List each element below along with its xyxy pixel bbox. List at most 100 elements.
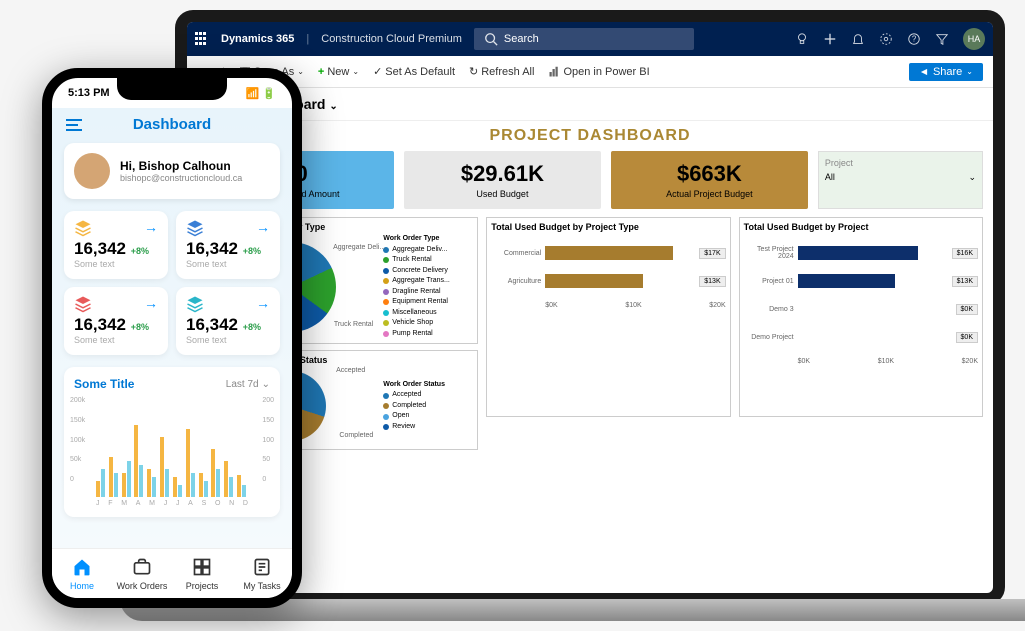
arrow-right-icon: → bbox=[144, 295, 158, 311]
command-bar: ← | Save As⌄ +New⌄ ✓Set As Default ↻Refr… bbox=[187, 56, 993, 88]
share-button[interactable]: Share⌄ bbox=[909, 63, 983, 81]
legend-dot bbox=[383, 289, 389, 295]
plus-icon[interactable] bbox=[823, 32, 837, 46]
bar-pair[interactable] bbox=[211, 417, 222, 497]
stat-card[interactable]: →16,342 +8%Some text bbox=[176, 287, 280, 355]
project-slicer[interactable]: Project All ⌄ bbox=[818, 151, 983, 209]
stack-icon bbox=[74, 295, 90, 311]
tab-icon bbox=[252, 557, 272, 579]
dashboard-heading: PROJECT DASHBOARD bbox=[197, 127, 983, 145]
chevron-down-icon: ⌄ bbox=[262, 379, 270, 390]
phone-notch bbox=[117, 78, 227, 100]
tab-home[interactable]: Home bbox=[52, 549, 112, 598]
search-placeholder: Search bbox=[504, 33, 539, 45]
legend-wo-status: Work Order Status AcceptedCompletedOpenR… bbox=[383, 380, 473, 433]
tab-my-tasks[interactable]: My Tasks bbox=[232, 549, 292, 598]
phone-page-title: Dashboard bbox=[84, 116, 260, 133]
legend-item[interactable]: Completed bbox=[383, 401, 473, 412]
bar-pair[interactable] bbox=[96, 417, 107, 497]
bar-row[interactable]: Demo 3$0K bbox=[744, 302, 978, 316]
bar-row[interactable]: Agriculture$13K bbox=[491, 274, 725, 288]
legend-dot bbox=[383, 424, 389, 430]
legend-item[interactable]: Concrete Delivery bbox=[383, 266, 473, 277]
legend-item[interactable]: Aggregate Trans... bbox=[383, 276, 473, 287]
bar-pair[interactable] bbox=[122, 417, 133, 497]
legend-item[interactable]: Review bbox=[383, 422, 473, 433]
kpi-actual-budget: $663KActual Project Budget bbox=[611, 151, 808, 209]
legend-item[interactable]: Aggregate Deliv... bbox=[383, 245, 473, 256]
legend-dot bbox=[383, 320, 389, 326]
legend-item[interactable]: Vehicle Shop bbox=[383, 318, 473, 329]
bar-pair[interactable] bbox=[173, 417, 184, 497]
slicer-value: All bbox=[825, 172, 835, 183]
phone-frame: 5:13 PM 📶 🔋 Dashboard Hi, Bishop Calhoun… bbox=[42, 68, 302, 608]
legend-dot bbox=[383, 403, 389, 409]
bar-pair[interactable] bbox=[134, 417, 145, 497]
slicer-label: Project bbox=[825, 158, 976, 168]
search-input[interactable]: Search bbox=[474, 28, 694, 50]
legend-dot bbox=[383, 278, 389, 284]
user-avatar-image bbox=[74, 153, 110, 189]
refresh-button[interactable]: ↻Refresh All bbox=[469, 65, 534, 78]
legend-item[interactable]: Dragline Rental bbox=[383, 287, 473, 298]
bar-pair[interactable] bbox=[237, 417, 248, 497]
legend-dot bbox=[383, 299, 389, 305]
bar-row[interactable]: Test Project 2024$16K bbox=[744, 246, 978, 260]
stack-icon bbox=[186, 295, 202, 311]
bar-pair[interactable] bbox=[147, 417, 158, 497]
bar-row[interactable]: Project 01$13K bbox=[744, 274, 978, 288]
stat-card[interactable]: →16,342 +8%Some text bbox=[64, 287, 168, 355]
filter-icon[interactable] bbox=[935, 32, 949, 46]
legend-item[interactable]: Accepted bbox=[383, 390, 473, 401]
panel-budget-by-project: Total Used Budget by Project Test Projec… bbox=[739, 217, 983, 417]
bar-row[interactable]: Demo Project$0K bbox=[744, 330, 978, 344]
set-default-button[interactable]: ✓Set As Default bbox=[373, 65, 455, 78]
arrow-right-icon: → bbox=[144, 219, 158, 235]
legend-dot bbox=[383, 414, 389, 420]
bar-pair[interactable] bbox=[160, 417, 171, 497]
search-icon bbox=[484, 32, 498, 46]
stat-card[interactable]: →16,342 +8%Some text bbox=[176, 211, 280, 279]
tab-projects[interactable]: Projects bbox=[172, 549, 232, 598]
lightbulb-icon[interactable] bbox=[795, 32, 809, 46]
legend-item[interactable]: Truck Rental bbox=[383, 255, 473, 266]
gear-icon[interactable] bbox=[879, 32, 893, 46]
bar-pair[interactable] bbox=[186, 417, 197, 497]
app-launcher-icon[interactable] bbox=[195, 32, 209, 46]
legend-item[interactable]: Miscellaneous bbox=[383, 308, 473, 319]
arrow-right-icon: → bbox=[256, 295, 270, 311]
open-powerbi-button[interactable]: Open in Power BI bbox=[548, 66, 649, 78]
user-greeting: Hi, Bishop Calhoun bbox=[120, 159, 242, 173]
user-card[interactable]: Hi, Bishop Calhoun bishopc@constructionc… bbox=[64, 143, 280, 199]
legend-wo-type: Work Order Type Aggregate Deliv...Truck … bbox=[383, 234, 473, 339]
chevron-down-icon: ⌄ bbox=[968, 172, 976, 183]
mobile-chart-card: Some Title Last 7d⌄ 200k150k100k50k0 200… bbox=[64, 367, 280, 517]
legend-item[interactable]: Open bbox=[383, 411, 473, 422]
tab-work-orders[interactable]: Work Orders bbox=[112, 549, 172, 598]
bar-pair[interactable] bbox=[224, 417, 235, 497]
help-icon[interactable]: ? bbox=[907, 32, 921, 46]
stack-icon bbox=[74, 219, 90, 235]
bar-row[interactable]: Commercial$17K bbox=[491, 246, 725, 260]
app-topbar: Dynamics 365 | Construction Cloud Premiu… bbox=[187, 22, 993, 56]
bar-pair[interactable] bbox=[109, 417, 120, 497]
status-time: 5:13 PM bbox=[68, 87, 110, 99]
stat-card[interactable]: →16,342 +8%Some text bbox=[64, 211, 168, 279]
user-avatar[interactable]: HA bbox=[963, 28, 985, 50]
legend-dot bbox=[383, 257, 389, 263]
bell-icon[interactable] bbox=[851, 32, 865, 46]
bar-pair[interactable] bbox=[199, 417, 210, 497]
mobile-bar-chart[interactable]: 200k150k100k50k0 200150100500 bbox=[74, 397, 270, 497]
new-button[interactable]: +New⌄ bbox=[318, 66, 359, 78]
svg-text:?: ? bbox=[912, 35, 917, 44]
legend-item[interactable]: Equipment Rental bbox=[383, 297, 473, 308]
legend-item[interactable]: Pump Rental bbox=[383, 329, 473, 340]
menu-icon[interactable] bbox=[64, 117, 84, 133]
chart-range-selector[interactable]: Last 7d⌄ bbox=[226, 379, 270, 390]
kpi-used-budget: $29.61KUsed Budget bbox=[404, 151, 601, 209]
tab-icon bbox=[192, 557, 212, 579]
arrow-right-icon: → bbox=[256, 219, 270, 235]
user-email: bishopc@constructioncloud.ca bbox=[120, 173, 242, 183]
app-name: Construction Cloud Premium bbox=[321, 33, 462, 45]
legend-dot bbox=[383, 268, 389, 274]
